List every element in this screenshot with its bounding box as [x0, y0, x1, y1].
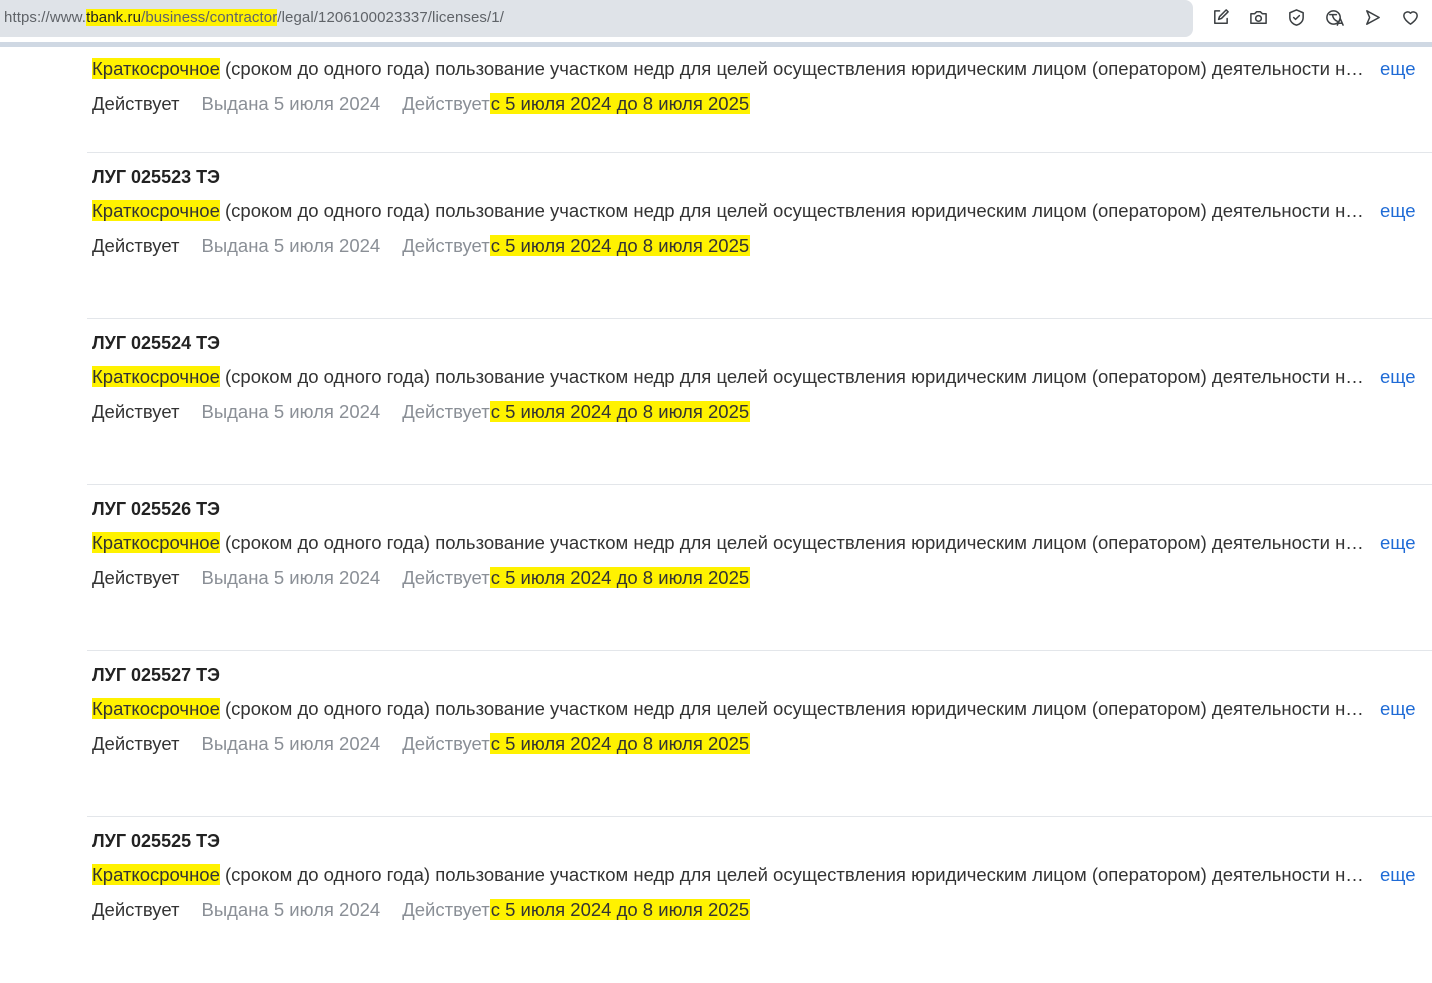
license-meta: Действует Выдана 5 июля 2024 Действуетс 5 …: [92, 235, 751, 257]
license-description: Краткосрочное (сроком до одного года) по…: [92, 58, 1367, 79]
license-description: Краткосрочное (сроком до одного года) по…: [92, 532, 1367, 553]
valid-label: Действует: [402, 567, 490, 588]
license-item: ЛУГ 025527 ТЭ Краткосрочное (сроком до о…: [87, 651, 1432, 817]
license-number: ЛУГ 025527 ТЭ: [92, 665, 220, 685]
url-text[interactable]: https://www.tbank.ru/business/contractor…: [4, 9, 504, 26]
license-item: Краткосрочное (сроком до одного года) по…: [87, 47, 1432, 153]
issued-date: Выдана 5 июля 2024: [201, 401, 381, 422]
license-meta: Действует Выдана 5 июля 2024 Действуетс 5 …: [92, 733, 751, 755]
valid-range: с 5 июля 2024 до 8 июля 2025: [489, 733, 751, 754]
license-item: ЛУГ 025526 ТЭ Краткосрочное (сроком до о…: [87, 485, 1432, 651]
issued-date: Выдана 5 июля 2024: [201, 899, 381, 920]
status-label: Действует: [92, 899, 180, 920]
more-link[interactable]: еще: [1380, 532, 1416, 554]
license-item: ЛУГ 025523 ТЭ Краткосрочное (сроком до о…: [87, 153, 1432, 319]
license-item: ЛУГ 025524 ТЭ Краткосрочное (сроком до о…: [87, 319, 1432, 485]
valid-range: с 5 июля 2024 до 8 июля 2025: [489, 235, 751, 256]
license-meta: Действует Выдана 5 июля 2024 Действуетс 5 …: [92, 567, 751, 589]
browser-toolbar: https://www.tbank.ru/business/contractor…: [0, 0, 1432, 42]
translate-icon[interactable]: [1323, 6, 1346, 29]
valid-range: с 5 июля 2024 до 8 июля 2025: [489, 401, 751, 422]
valid-label: Действует: [402, 93, 490, 114]
valid-label: Действует: [402, 401, 490, 422]
issued-date: Выдана 5 июля 2024: [201, 567, 381, 588]
issued-date: Выдана 5 июля 2024: [201, 93, 381, 114]
license-number: ЛУГ 025525 ТЭ: [92, 831, 220, 851]
license-description: Краткосрочное (сроком до одного года) по…: [92, 698, 1367, 719]
valid-range: с 5 июля 2024 до 8 июля 2025: [489, 93, 751, 114]
issued-date: Выдана 5 июля 2024: [201, 235, 381, 256]
more-link[interactable]: еще: [1380, 366, 1416, 388]
valid-label: Действует: [402, 733, 490, 754]
camera-icon[interactable]: [1247, 6, 1270, 29]
send-icon[interactable]: [1361, 6, 1384, 29]
valid-range: с 5 июля 2024 до 8 июля 2025: [489, 567, 751, 588]
shield-icon[interactable]: [1285, 6, 1308, 29]
status-label: Действует: [92, 567, 180, 588]
license-description: Краткосрочное (сроком до одного года) по…: [92, 366, 1367, 387]
license-meta: Действует Выдана 5 июля 2024 Действуетс 5 …: [92, 401, 751, 423]
status-label: Действует: [92, 733, 180, 754]
license-meta: Действует Выдана 5 июля 2024 Действуетс 5 …: [92, 93, 751, 115]
valid-range: с 5 июля 2024 до 8 июля 2025: [489, 899, 751, 920]
license-list: Краткосрочное (сроком до одного года) по…: [87, 47, 1432, 983]
toolbar-icons: [1209, 6, 1422, 29]
status-label: Действует: [92, 93, 180, 114]
license-item: ЛУГ 025525 ТЭ Краткосрочное (сроком до о…: [87, 817, 1432, 983]
license-number: ЛУГ 025526 ТЭ: [92, 499, 220, 519]
valid-label: Действует: [402, 899, 490, 920]
license-description: Краткосрочное (сроком до одного года) по…: [92, 864, 1367, 885]
status-label: Действует: [92, 235, 180, 256]
status-label: Действует: [92, 401, 180, 422]
edit-icon[interactable]: [1209, 6, 1232, 29]
license-description: Краткосрочное (сроком до одного года) по…: [92, 200, 1367, 221]
license-meta: Действует Выдана 5 июля 2024 Действуетс 5 …: [92, 899, 751, 921]
more-link[interactable]: еще: [1380, 200, 1416, 222]
license-number: ЛУГ 025523 ТЭ: [92, 167, 220, 187]
more-link[interactable]: еще: [1380, 698, 1416, 720]
more-link[interactable]: еще: [1380, 58, 1416, 80]
more-link[interactable]: еще: [1380, 864, 1416, 886]
address-bar[interactable]: https://www.tbank.ru/business/contractor…: [0, 0, 1193, 37]
license-number: ЛУГ 025524 ТЭ: [92, 333, 220, 353]
issued-date: Выдана 5 июля 2024: [201, 733, 381, 754]
valid-label: Действует: [402, 235, 490, 256]
heart-icon[interactable]: [1399, 6, 1422, 29]
